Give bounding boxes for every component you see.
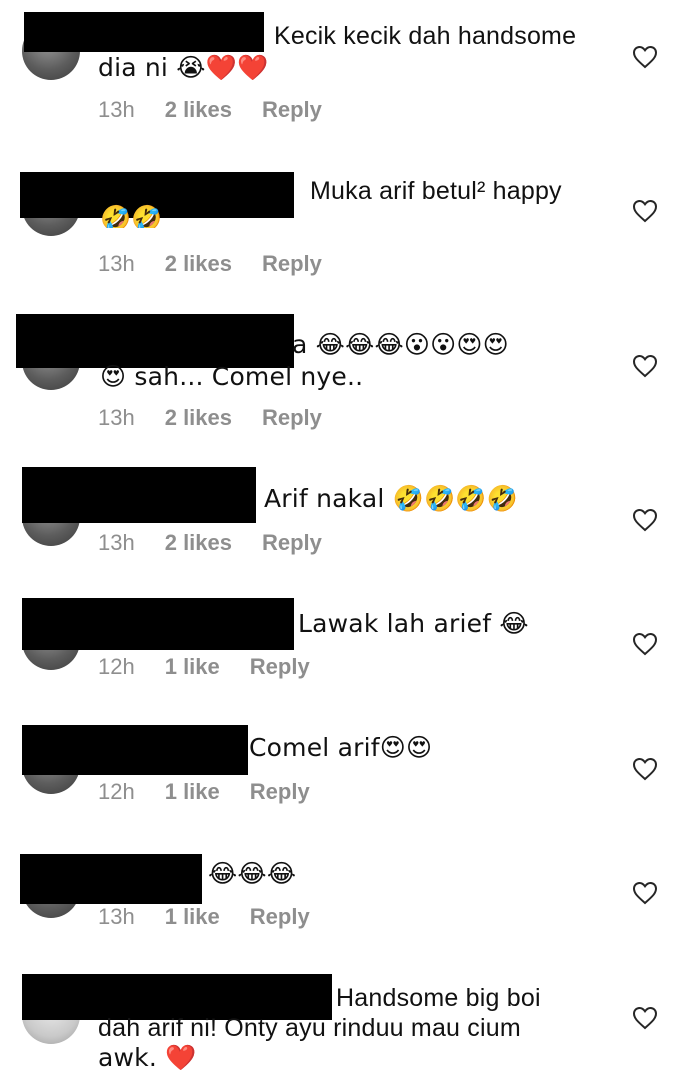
redacted-username — [22, 725, 248, 775]
comment-meta: 13h 1 like Reply — [98, 904, 310, 930]
comment-meta: 13h 2 likes Reply — [98, 405, 322, 431]
redacted-username — [16, 314, 294, 368]
reply-button[interactable]: Reply — [262, 405, 322, 431]
comment-text: Arif nakal 🤣🤣🤣🤣 — [264, 484, 519, 513]
comment-text: 😂😂😂 — [208, 859, 297, 888]
reply-button[interactable]: Reply — [250, 654, 310, 680]
comment-text: 🤣🤣 — [100, 204, 163, 228]
likes-count[interactable]: 2 likes — [165, 97, 232, 123]
comment-time: 13h — [98, 251, 135, 276]
heart-outline-icon[interactable] — [632, 881, 658, 905]
comment-meta: 13h 2 likes Reply — [98, 530, 322, 556]
redacted-username — [22, 467, 256, 523]
likes-count[interactable]: 2 likes — [165, 251, 232, 277]
heart-outline-icon[interactable] — [632, 45, 658, 69]
comment-text: dia ni 😭❤️❤️ — [98, 53, 269, 82]
reply-button[interactable]: Reply — [262, 97, 322, 123]
comment-text: awk. ❤️ — [98, 1043, 197, 1072]
reply-button[interactable]: Reply — [250, 779, 310, 805]
comment-text: 😍 sah... Comel nye.. — [100, 362, 364, 391]
comment-text: Kecik kecik dah handsome — [274, 22, 577, 50]
comment-text: Handsome big boi — [336, 984, 541, 1012]
likes-count[interactable]: 1 like — [165, 779, 220, 805]
comment-text: Lawak lah arief 😂 — [298, 609, 529, 638]
comment-time: 13h — [98, 904, 135, 929]
comment-meta: 12h 1 like Reply — [98, 779, 310, 805]
heart-outline-icon[interactable] — [632, 757, 658, 781]
heart-outline-icon[interactable] — [632, 199, 658, 223]
heart-outline-icon[interactable] — [632, 632, 658, 656]
comment-time: 12h — [98, 779, 135, 804]
likes-count[interactable]: 1 like — [165, 904, 220, 930]
likes-count[interactable]: 1 like — [165, 654, 220, 680]
comment-text: Comel arif😍😍 — [249, 733, 433, 762]
comment-text: dah arif ni! Onty ayu rinduu mau cium — [98, 1014, 521, 1042]
heart-outline-icon[interactable] — [632, 508, 658, 532]
reply-button[interactable]: Reply — [262, 530, 322, 556]
comment-time: 12h — [98, 654, 135, 679]
reply-button[interactable]: Reply — [250, 904, 310, 930]
likes-count[interactable]: 2 likes — [165, 530, 232, 556]
comment-time: 13h — [98, 405, 135, 430]
comment-meta: 12h 1 like Reply — [98, 654, 310, 680]
redacted-username — [20, 854, 202, 904]
likes-count[interactable]: 2 likes — [165, 405, 232, 431]
redacted-username — [22, 598, 294, 650]
comment-text: Muka arif betul² happy — [310, 177, 562, 205]
comment-meta: 13h 2 likes Reply — [98, 251, 322, 277]
comment-time: 13h — [98, 97, 135, 122]
redacted-username — [24, 12, 264, 52]
heart-outline-icon[interactable] — [632, 354, 658, 378]
comment-time: 13h — [98, 530, 135, 555]
heart-outline-icon[interactable] — [632, 1006, 658, 1030]
reply-button[interactable]: Reply — [262, 251, 322, 277]
comment-text: a 😂😂😂😮😮😍😍 — [292, 330, 509, 359]
comment-meta: 13h 2 likes Reply — [98, 97, 322, 123]
